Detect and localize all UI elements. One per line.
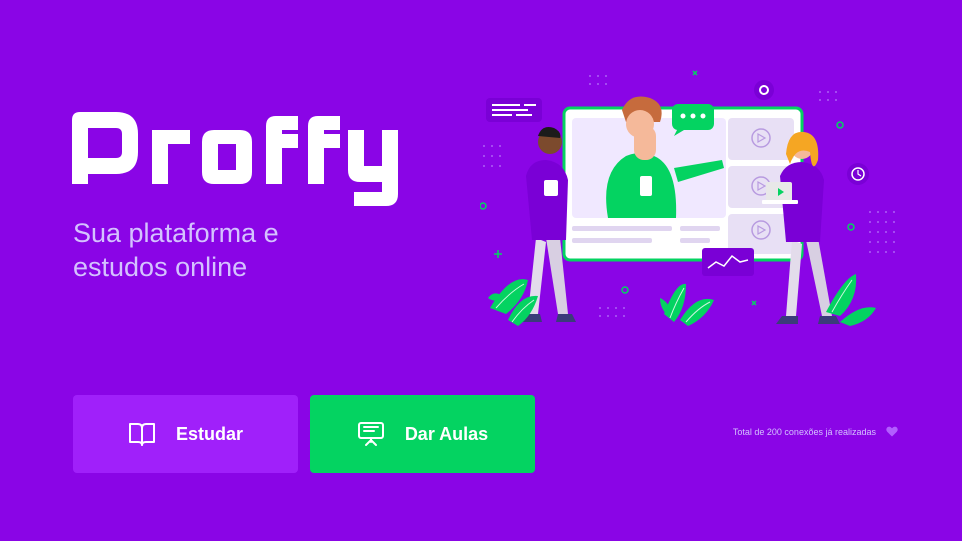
logo-container — [72, 112, 412, 208]
people-learning-illustration — [467, 70, 895, 326]
tagline: Sua plataforma e estudos online — [73, 218, 279, 282]
presentation-board-icon — [357, 422, 384, 446]
gear-icon — [754, 80, 774, 100]
hero-illustration — [467, 64, 910, 334]
action-buttons: Estudar Dar Aulas — [73, 395, 535, 473]
proffy-logo — [72, 112, 398, 206]
study-button[interactable]: Estudar — [73, 395, 298, 473]
study-button-label: Estudar — [175, 423, 244, 444]
teach-button[interactable]: Dar Aulas — [310, 395, 535, 473]
purple-heart-icon — [886, 426, 898, 437]
book-icon — [128, 423, 155, 446]
total-connections: Total de 200 conexões já realizadas — [733, 426, 898, 437]
total-connections-text: Total de 200 conexões já realizadas — [732, 426, 876, 437]
teach-button-label: Dar Aulas — [404, 423, 489, 444]
clock-icon — [847, 163, 869, 185]
